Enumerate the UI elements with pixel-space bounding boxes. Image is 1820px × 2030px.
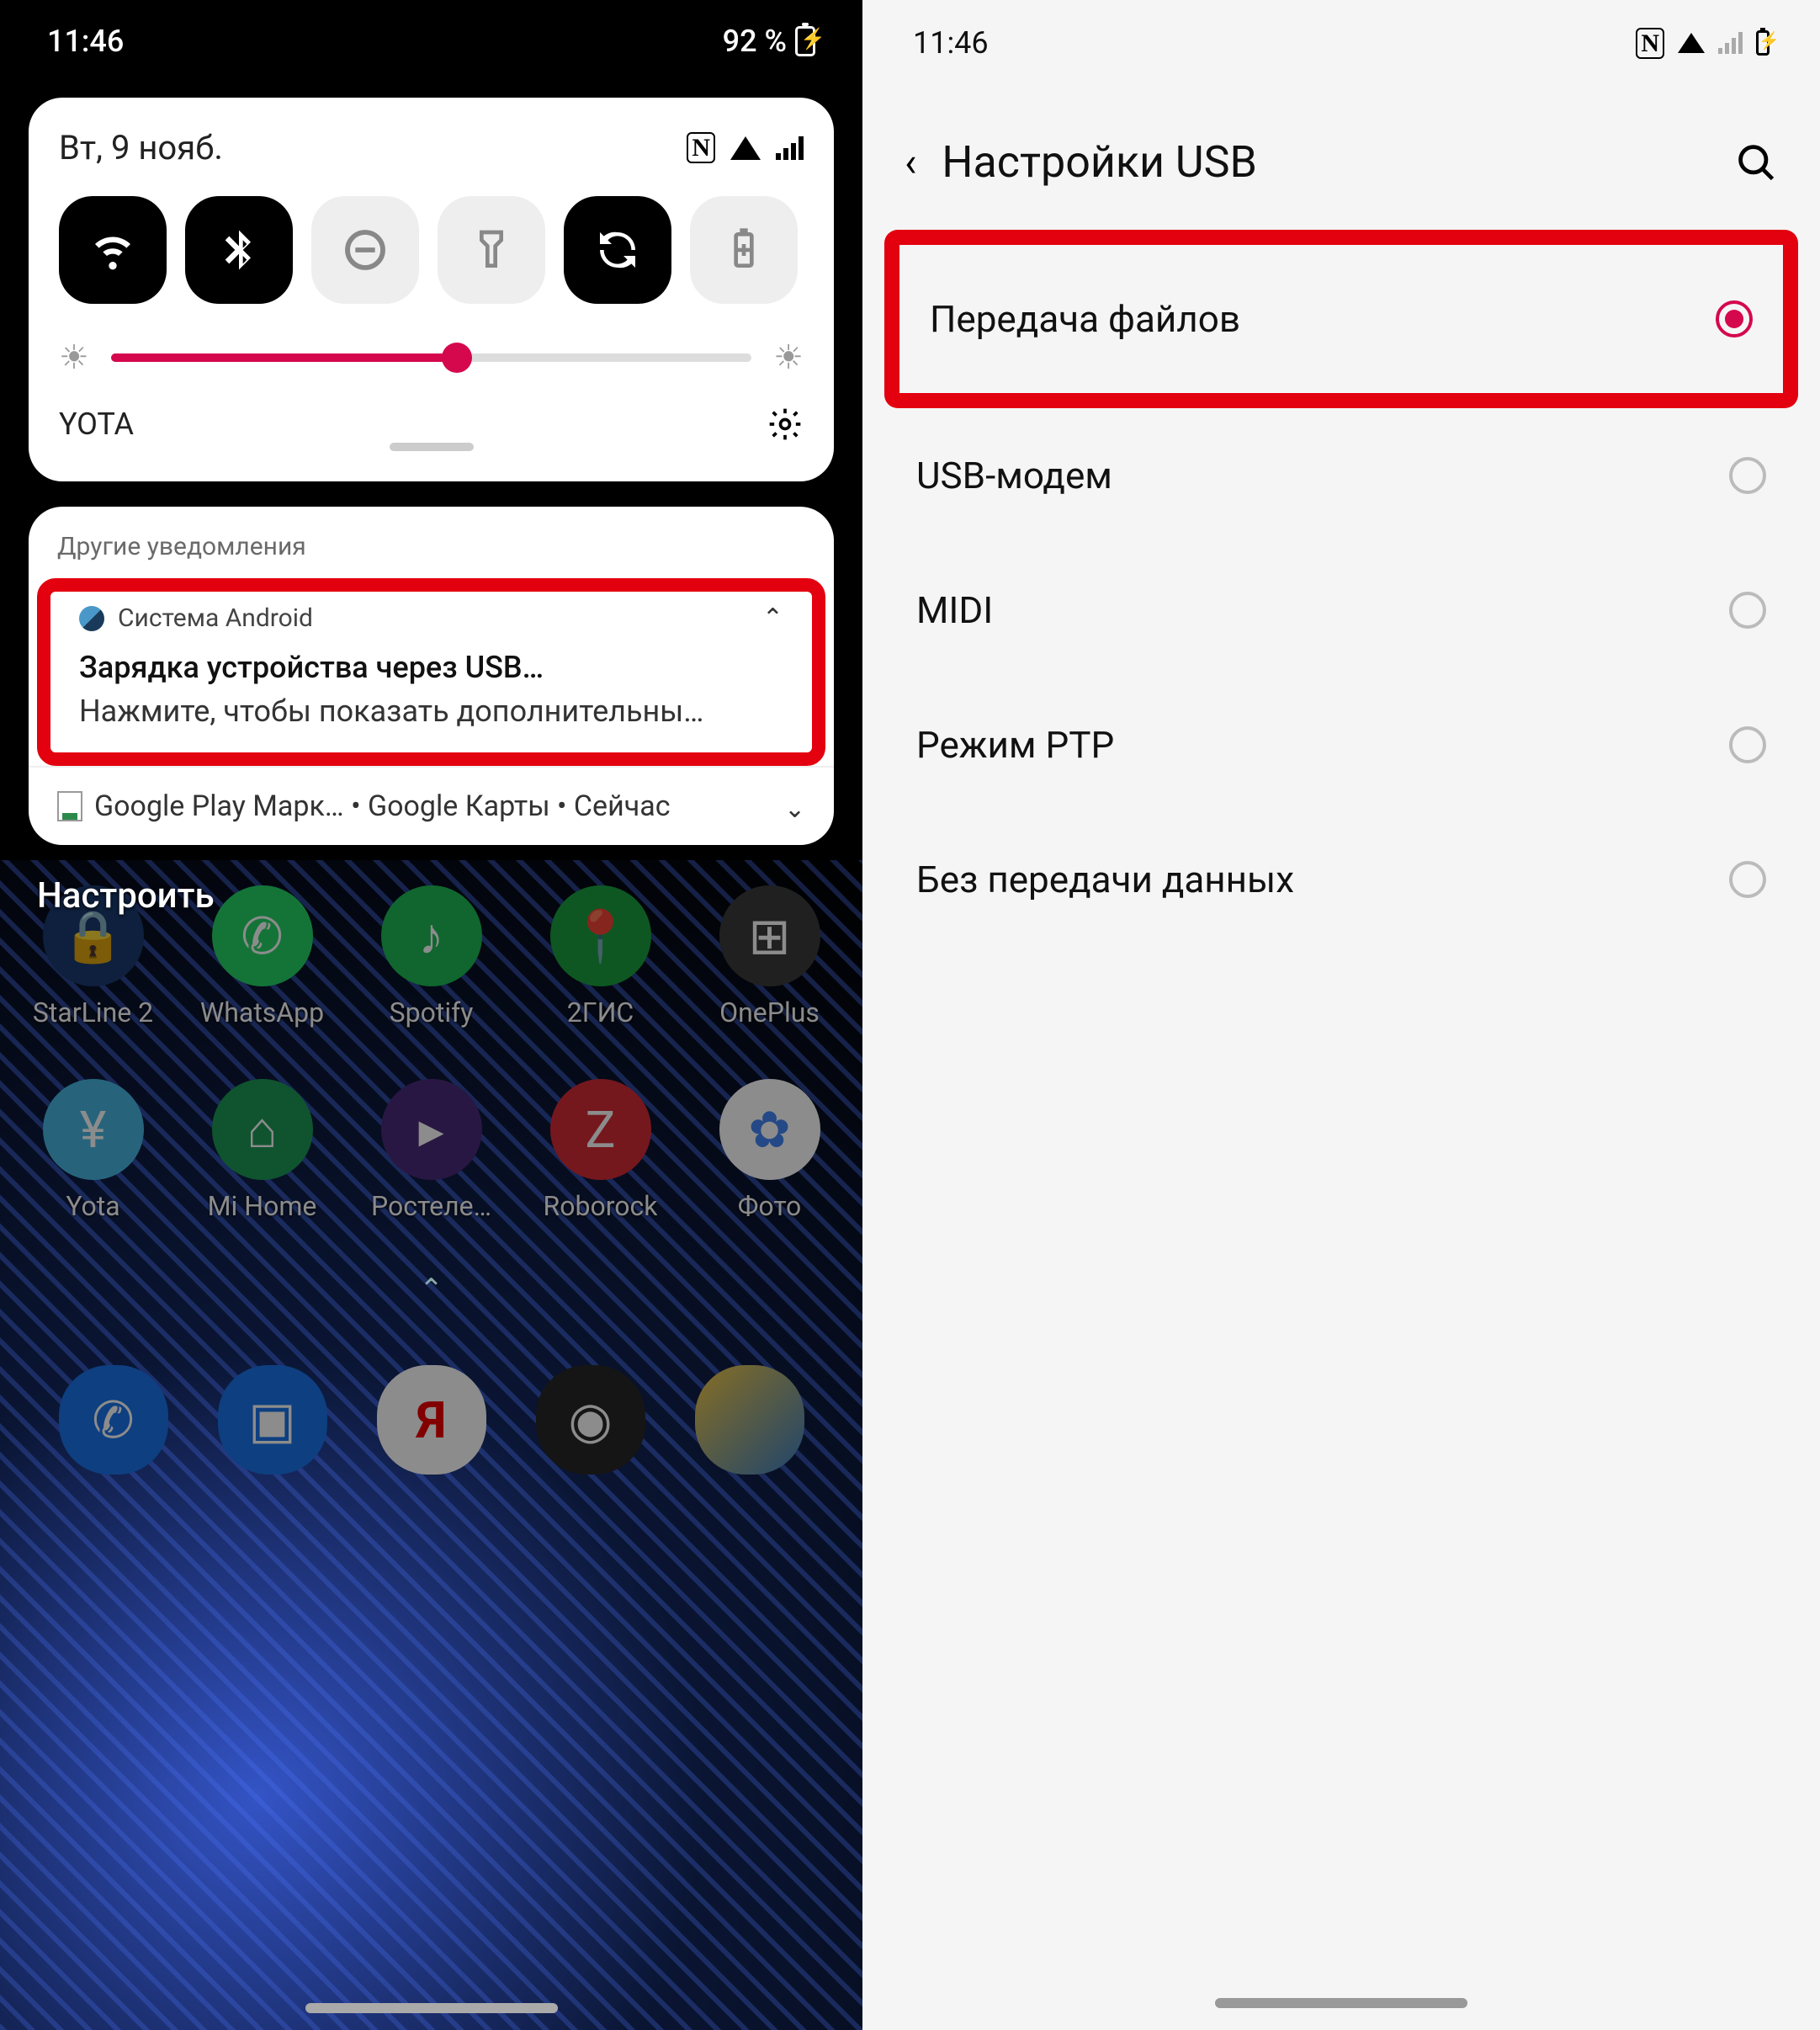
app-row-2: ¥Yota ⌂Mi Home ▸Ростеле… ZRoborock ✿Фото <box>8 1079 854 1222</box>
right-statusbar: 11:46 N <box>862 0 1820 69</box>
app-2gis[interactable]: 📍2ГИС <box>521 885 681 1028</box>
battery-percent: 92 % <box>723 24 787 59</box>
quick-settings-panel: Вт, 9 нояб. N ☀ ☀ YOTA <box>29 98 834 481</box>
notif-app-name: Система Android <box>118 603 313 633</box>
app-spotify[interactable]: ♪Spotify <box>352 885 512 1028</box>
option-label: Без передачи данных <box>916 858 1294 901</box>
qs-tile-bluetooth[interactable] <box>185 196 293 304</box>
radio-icon[interactable] <box>1729 592 1766 629</box>
notif-expand-icon[interactable]: ⌃ <box>784 792 805 821</box>
carrier-name: YOTA <box>59 407 134 442</box>
option-label: MIDI <box>916 588 993 632</box>
notif-body: Нажмите, чтобы показать дополнительны… <box>79 693 783 729</box>
signal-icon <box>776 136 804 160</box>
notifications-panel: Другие уведомления Система Android ⌃ Зар… <box>29 507 834 845</box>
status-time-right: 11:46 <box>913 25 989 61</box>
option-file-transfer[interactable]: Передача файлов <box>899 245 1783 393</box>
search-icon[interactable] <box>1734 141 1778 184</box>
notification-collapsed-group[interactable]: Google Play Марк… • Google Карты • Сейча… <box>29 768 834 845</box>
radio-selected-icon[interactable] <box>1716 300 1753 337</box>
battery-icon <box>795 26 815 56</box>
nfc-icon: N <box>1636 28 1664 59</box>
usb-options-list: Передача файлов USB-модем MIDI Режим PTP… <box>862 230 1820 947</box>
app-roborock[interactable]: ZRoborock <box>521 1079 681 1222</box>
home-screen: Настроить 🔒StarLine 2 ✆WhatsApp ♪Spotify… <box>0 860 862 2030</box>
right-phone-screenshot: 11:46 N ‹ Настройки USB Передача файлов … <box>862 0 1820 2030</box>
signal-icon <box>1718 32 1743 54</box>
qs-date: Вт, 9 нояб. <box>59 128 223 167</box>
dock-gallery[interactable] <box>670 1365 829 1475</box>
status-time: 11:46 <box>47 24 124 59</box>
panel-drag-handle[interactable] <box>390 443 474 451</box>
play-store-icon <box>57 791 82 821</box>
option-ptp[interactable]: Режим PTP <box>896 678 1786 812</box>
qs-status-icons: N <box>687 132 804 163</box>
dock: ✆ ▣ Я ◉ <box>8 1365 854 1475</box>
qs-tile-row <box>59 196 804 304</box>
collapsed-notif-text: Google Play Марк… • Google Карты • Сейча… <box>94 789 671 823</box>
radio-icon[interactable] <box>1729 457 1766 494</box>
notification-usb-charging[interactable]: Система Android ⌃ Зарядка устройства чер… <box>50 592 812 752</box>
qs-tile-batterysaver[interactable] <box>690 196 798 304</box>
option-label: Передача файлов <box>930 297 1240 341</box>
dock-yandex[interactable]: Я <box>352 1365 511 1475</box>
left-statusbar: 11:46 92 % <box>0 0 862 72</box>
dock-phone[interactable]: ✆ <box>34 1365 193 1475</box>
android-system-icon <box>79 606 104 631</box>
app-oneplus[interactable]: ⊞OnePlus <box>690 885 850 1028</box>
option-midi[interactable]: MIDI <box>896 543 1786 678</box>
brightness-auto-icon: ☀ <box>773 337 804 377</box>
nav-gesture-bar[interactable] <box>305 2003 558 2013</box>
app-rostelecom[interactable]: ▸Ростеле… <box>352 1079 512 1222</box>
radio-icon[interactable] <box>1729 861 1766 898</box>
dock-messages[interactable]: ▣ <box>193 1365 352 1475</box>
brightness-low-icon: ☀ <box>59 337 89 377</box>
notif-title: Зарядка устройства через USB… <box>79 650 783 685</box>
highlight-frame-notification: Система Android ⌃ Зарядка устройства чер… <box>37 578 825 766</box>
customize-label[interactable]: Настроить <box>37 875 215 917</box>
settings-header: ‹ Настройки USB <box>862 69 1820 230</box>
battery-icon <box>1756 30 1770 56</box>
app-mihome[interactable]: ⌂Mi Home <box>183 1079 342 1222</box>
highlight-frame-option: Передача файлов <box>884 230 1798 408</box>
nav-gesture-bar[interactable] <box>1215 1998 1467 2008</box>
back-icon[interactable]: ‹ <box>905 138 916 186</box>
qs-tile-wifi[interactable] <box>59 196 167 304</box>
notif-section-header: Другие уведомления <box>29 507 834 578</box>
settings-gear-icon[interactable] <box>767 406 804 443</box>
left-phone-screenshot: 11:46 92 % Вт, 9 нояб. N ☀ ☀ <box>0 0 862 2030</box>
qs-tile-autorotate[interactable] <box>564 196 671 304</box>
dock-camera[interactable]: ◉ <box>511 1365 670 1475</box>
brightness-slider[interactable]: ☀ ☀ <box>59 337 804 377</box>
option-usb-tethering[interactable]: USB-модем <box>896 408 1786 543</box>
option-label: USB-модем <box>916 454 1112 497</box>
app-photos[interactable]: ✿Фото <box>690 1079 850 1222</box>
wifi-icon <box>730 136 761 160</box>
radio-icon[interactable] <box>1729 726 1766 763</box>
option-no-data[interactable]: Без передачи данных <box>896 812 1786 947</box>
nfc-icon: N <box>687 132 715 163</box>
notif-collapse-icon[interactable]: ⌃ <box>762 603 783 633</box>
page-title: Настройки USB <box>942 136 1709 188</box>
qs-tile-flashlight[interactable] <box>438 196 545 304</box>
app-drawer-arrow-icon[interactable]: ⌃ <box>8 1273 854 1306</box>
qs-tile-dnd[interactable] <box>311 196 419 304</box>
app-yota[interactable]: ¥Yota <box>13 1079 173 1222</box>
wifi-icon <box>1678 33 1705 53</box>
option-label: Режим PTP <box>916 723 1114 767</box>
